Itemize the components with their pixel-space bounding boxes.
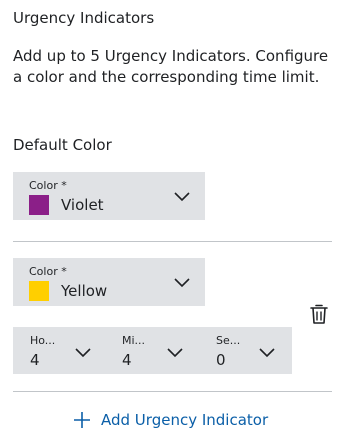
dropdown-label: Color *: [29, 179, 67, 192]
hours-label: Ho...: [30, 334, 56, 347]
default-color-dropdown[interactable]: Color * Violet: [13, 172, 205, 220]
section-title: Urgency Indicators: [13, 9, 155, 27]
color-swatch: [29, 195, 49, 215]
default-color-heading: Default Color: [13, 136, 112, 154]
chevron-down-icon: [259, 348, 275, 358]
seconds-label: Se...: [216, 334, 241, 347]
divider: [13, 241, 332, 242]
dropdown-label: Color *: [29, 265, 67, 278]
trash-icon[interactable]: [309, 303, 329, 325]
dropdown-value: Violet: [61, 196, 104, 214]
minutes-label: Mi...: [122, 334, 146, 347]
seconds-field[interactable]: Se... 0: [199, 327, 292, 374]
hours-field[interactable]: Ho... 4: [13, 327, 106, 374]
hours-value: 4: [30, 351, 40, 369]
chevron-down-icon: [167, 348, 183, 358]
minutes-value: 4: [122, 351, 132, 369]
chevron-down-icon: [174, 278, 190, 288]
color-swatch: [29, 281, 49, 301]
add-button-label: Add Urgency Indicator: [101, 411, 269, 429]
chevron-down-icon: [75, 348, 91, 358]
dropdown-value: Yellow: [61, 282, 108, 300]
plus-icon: [74, 412, 90, 428]
seconds-value: 0: [216, 351, 226, 369]
chevron-down-icon: [174, 192, 190, 202]
divider: [13, 391, 332, 392]
add-urgency-indicator-button[interactable]: Add Urgency Indicator: [73, 408, 268, 432]
minutes-field[interactable]: Mi... 4: [105, 327, 198, 374]
section-description: Add up to 5 Urgency Indicators. Configur…: [13, 47, 329, 86]
indicator-color-dropdown[interactable]: Color * Yellow: [13, 258, 205, 306]
